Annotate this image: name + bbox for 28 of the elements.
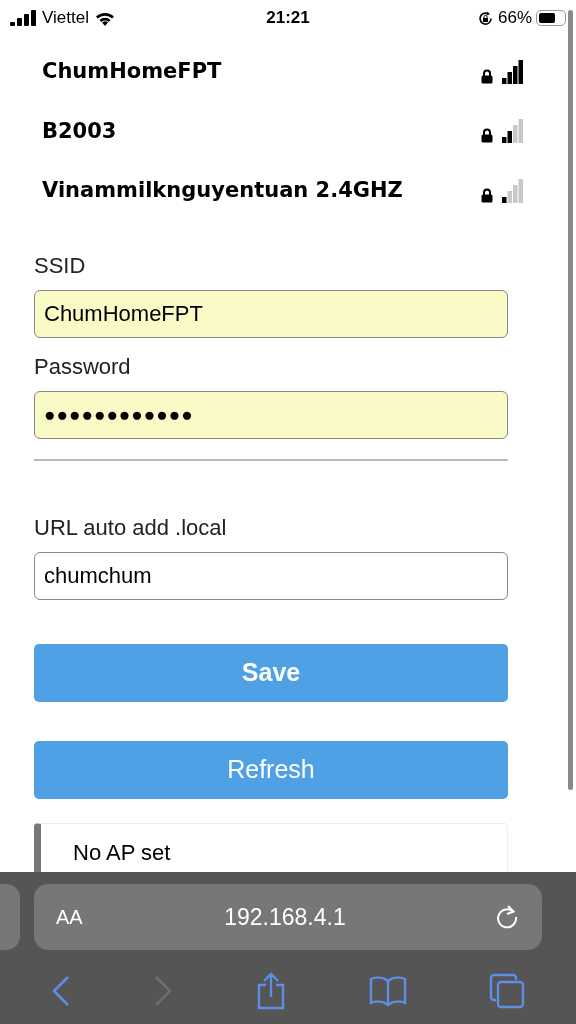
wifi-icon (94, 10, 115, 26)
lock-icon (481, 68, 493, 84)
battery-percentage: 66% (497, 7, 532, 30)
text-size-button[interactable]: AA (56, 902, 96, 932)
url-input-field[interactable]: chumchum (34, 551, 508, 600)
back-icon[interactable] (51, 975, 71, 1007)
field-label: SSID (34, 251, 87, 280)
network-name[interactable]: ChumHomeFPT (42, 56, 481, 88)
battery-icon (536, 10, 566, 26)
share-icon[interactable] (255, 972, 287, 1010)
message-text: No AP set (73, 839, 171, 865)
network-name[interactable]: B2003 (42, 115, 481, 147)
field-label: URL auto add .local (34, 513, 228, 542)
ssid-input-field[interactable]: ChumHomeFPT (34, 289, 508, 338)
rotation-lock-icon (476, 9, 494, 27)
network-name[interactable]: Vinammilknguyentuan 2.4GHZ (42, 175, 481, 207)
address-bar[interactable]: AA 192.168.4.1 (34, 884, 542, 950)
carrier-name: Viettel (42, 7, 89, 30)
tabs-icon[interactable] (489, 973, 525, 1009)
page-address: 192.168.4.1 (223, 902, 347, 932)
lock-icon (481, 187, 493, 203)
password-input-field[interactable]: ●●●●●●●●●●●● (34, 390, 508, 439)
bookmarks-icon[interactable] (369, 975, 407, 1007)
lock-icon (481, 128, 493, 144)
clock: 21:21 (266, 8, 310, 28)
reload-icon[interactable] (494, 904, 520, 930)
field-label: Password (34, 352, 132, 381)
cellular-signal-icon (10, 10, 36, 26)
